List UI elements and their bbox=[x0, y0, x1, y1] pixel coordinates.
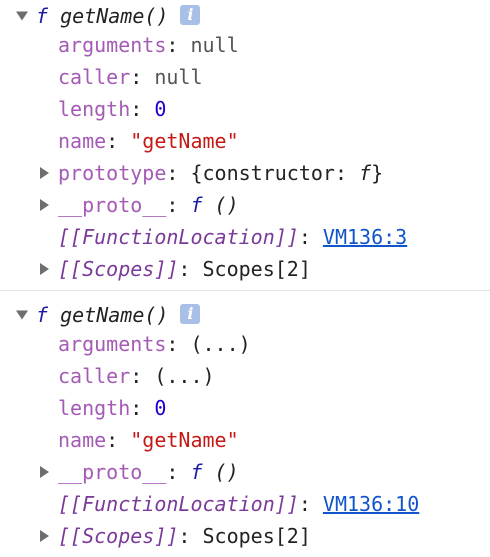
prop-arguments: arguments: (...) bbox=[58, 332, 251, 356]
prop-caller: caller: (...) bbox=[58, 364, 215, 388]
prop-value: 0 bbox=[154, 97, 167, 121]
expand-triangle-icon[interactable] bbox=[40, 466, 49, 478]
prop-key: [[FunctionLocation]] bbox=[58, 225, 299, 249]
prop-function-location: [[FunctionLocation]]: VM136:3 bbox=[58, 225, 408, 249]
prop-value: Scopes[2] bbox=[202, 524, 311, 548]
prop-key: arguments bbox=[58, 33, 167, 57]
prop-name: name: "getName" bbox=[58, 428, 239, 452]
function-header[interactable]: f getName() i bbox=[16, 0, 201, 32]
prop-function-location: [[FunctionLocation]]: VM136:10 bbox=[58, 492, 420, 516]
prop-scopes[interactable]: [[Scopes]]: Scopes[2] bbox=[40, 253, 311, 285]
prop-value: null bbox=[154, 65, 203, 89]
collapse-triangle-icon[interactable] bbox=[16, 310, 28, 320]
prop-key: arguments bbox=[58, 332, 167, 356]
function-symbol: f bbox=[359, 161, 372, 185]
function-symbol: f bbox=[36, 303, 49, 327]
prop-value-prefix: {constructor: bbox=[190, 161, 360, 185]
prop-value: Scopes[2] bbox=[202, 257, 311, 281]
prop-caller: caller: null bbox=[58, 65, 203, 89]
expand-triangle-icon[interactable] bbox=[40, 167, 49, 179]
prop-name: name: "getName" bbox=[58, 129, 239, 153]
prop-key: [[Scopes]] bbox=[58, 257, 179, 281]
source-link[interactable]: VM136:10 bbox=[323, 492, 419, 516]
collapse-triangle-icon[interactable] bbox=[16, 11, 28, 21]
function-entry-2: f getName() i arguments: (...) caller: (.… bbox=[0, 290, 490, 557]
prop-key: length bbox=[58, 97, 131, 121]
function-symbol: f bbox=[190, 193, 203, 217]
source-link[interactable]: VM136:3 bbox=[323, 225, 407, 249]
prop-value-suffix: () bbox=[202, 460, 239, 484]
function-name: getName() bbox=[60, 4, 169, 28]
prop-key: __proto__ bbox=[58, 193, 167, 217]
prop-key: caller bbox=[58, 65, 131, 89]
prop-value[interactable]: (...) bbox=[190, 332, 250, 356]
expand-triangle-icon[interactable] bbox=[40, 530, 49, 542]
prop-value: 0 bbox=[154, 396, 167, 420]
expand-triangle-icon[interactable] bbox=[40, 199, 49, 211]
prop-value-suffix: } bbox=[371, 161, 384, 185]
prop-prototype[interactable]: prototype: {constructor: f} bbox=[40, 157, 383, 189]
prop-value: "getName" bbox=[130, 129, 239, 153]
prop-value: null bbox=[190, 33, 239, 57]
prop-arguments: arguments: null bbox=[58, 33, 239, 57]
function-name: getName() bbox=[60, 303, 169, 327]
prop-length: length: 0 bbox=[58, 97, 167, 121]
expand-triangle-icon[interactable] bbox=[40, 263, 49, 275]
prop-proto[interactable]: __proto__: f () bbox=[40, 456, 239, 488]
prop-proto[interactable]: __proto__: f () bbox=[40, 189, 239, 221]
function-symbol: f bbox=[36, 4, 49, 28]
prop-value: "getName" bbox=[130, 428, 239, 452]
function-entry-1: f getName() i arguments: null caller: nul… bbox=[0, 0, 490, 290]
function-header[interactable]: f getName() i bbox=[16, 299, 201, 331]
prop-value[interactable]: (...) bbox=[154, 364, 214, 388]
info-icon[interactable]: i bbox=[180, 5, 201, 25]
prop-key: [[FunctionLocation]] bbox=[58, 492, 299, 516]
prop-key: name bbox=[58, 428, 107, 452]
prop-value-suffix: () bbox=[202, 193, 239, 217]
prop-key: length bbox=[58, 396, 131, 420]
prop-key: name bbox=[58, 129, 107, 153]
prop-key: prototype bbox=[58, 161, 167, 185]
prop-length: length: 0 bbox=[58, 396, 167, 420]
info-icon[interactable]: i bbox=[180, 304, 201, 324]
prop-scopes[interactable]: [[Scopes]]: Scopes[2] bbox=[40, 520, 311, 552]
function-symbol: f bbox=[190, 460, 203, 484]
prop-key: caller bbox=[58, 364, 131, 388]
prop-key: [[Scopes]] bbox=[58, 524, 179, 548]
prop-key: __proto__ bbox=[58, 460, 167, 484]
